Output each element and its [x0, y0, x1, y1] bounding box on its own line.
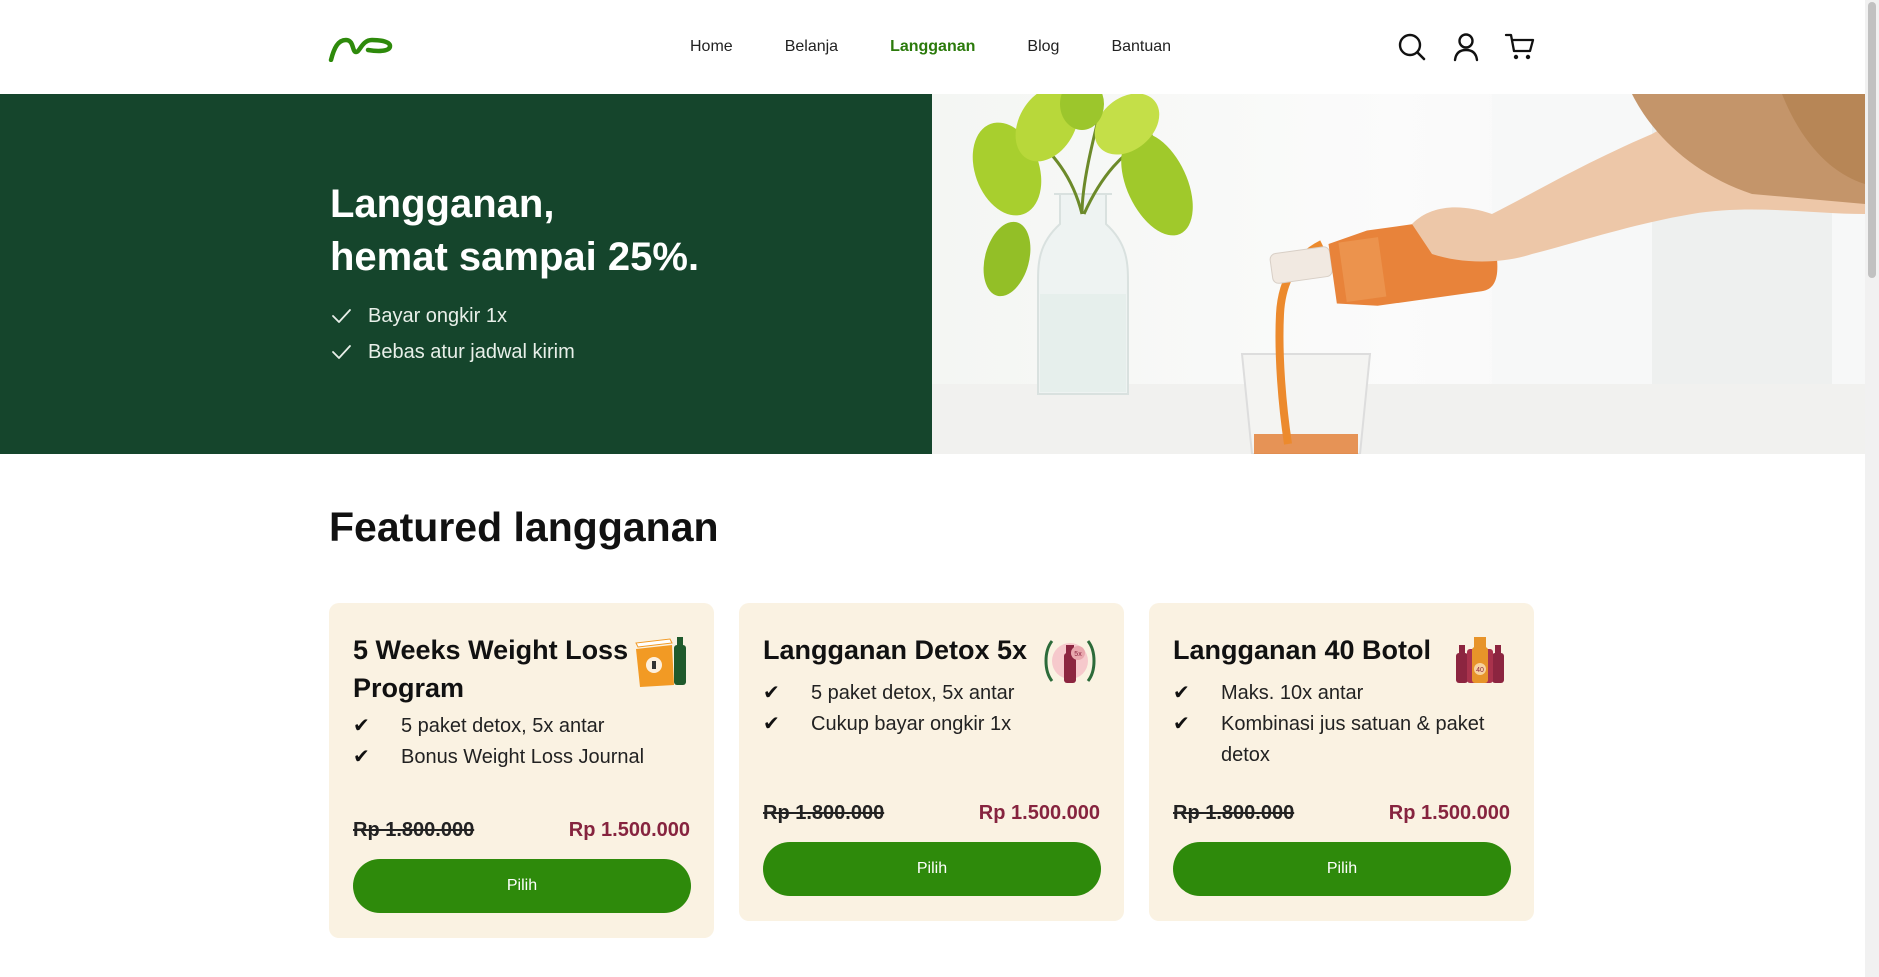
hero-banner: Langganan, hemat sampai 25%. Bayar ongki…	[0, 94, 1865, 454]
main-nav: Home Belanja Langganan Blog Bantuan	[690, 38, 1223, 56]
card-title: Langganan 40 Botol	[1173, 635, 1432, 665]
pilih-button[interactable]: Pilih	[353, 859, 691, 913]
hero-title-line1: Langganan,	[330, 182, 555, 226]
hero-image	[932, 94, 1865, 454]
feature-text: Maks. 10x antar	[1221, 682, 1364, 704]
user-icon[interactable]	[1450, 31, 1482, 63]
brand-logo[interactable]	[328, 34, 394, 62]
hero-benefit-item: Bebas atur jadwal kirim	[330, 334, 575, 370]
hero-title-line2: hemat sampai 25%.	[330, 235, 700, 279]
check-icon	[332, 345, 351, 359]
page-scrollbar[interactable]	[1865, 0, 1879, 977]
hero-text-panel: Langganan, hemat sampai 25%. Bayar ongki…	[0, 94, 932, 454]
nav-belanja[interactable]: Belanja	[785, 38, 838, 56]
card-features: ✔ 5 paket detox, 5x antar ✔ Cukup bayar on…	[763, 678, 1014, 740]
card-title: 5 Weeks Weight Loss Program	[353, 635, 629, 703]
juice-pouring-illustration	[932, 94, 1865, 454]
feature-text: 5 paket detox, 5x antar	[401, 715, 605, 737]
nav-bantuan[interactable]: Bantuan	[1111, 38, 1171, 56]
feature-text: 5 paket detox, 5x antar	[811, 682, 1015, 704]
subscription-card: Langganan Detox 5x 5x ✔ 5 paket detox, 5x…	[739, 603, 1124, 921]
pilih-button[interactable]: Pilih	[1173, 842, 1511, 896]
feature-text: Cukup bayar ongkir 1x	[811, 713, 1012, 735]
feature-item: ✔ 5 paket detox, 5x antar	[763, 678, 1014, 709]
search-icon[interactable]	[1396, 31, 1428, 63]
feature-item: ✔ Kombinasi jus satuan & paket detox	[1173, 709, 1503, 771]
5-weeks-package-icon	[635, 637, 686, 687]
hero-benefit-text: Bebas atur jadwal kirim	[368, 340, 575, 363]
section-title: Featured langganan	[329, 504, 719, 550]
site-header: Home Belanja Langganan Blog Bantuan	[0, 0, 1865, 94]
card-features: ✔ 5 paket detox, 5x antar ✔ Bonus Weight L…	[353, 711, 644, 773]
original-price: Rp 1.800.000	[353, 819, 475, 841]
cart-icon[interactable]	[1504, 31, 1536, 63]
check-icon: ✔	[1173, 682, 1190, 704]
svg-text:5x: 5x	[1074, 651, 1082, 658]
hero-benefits: Bayar ongkir 1x Bebas atur jadwal kirim	[330, 298, 575, 370]
nav-blog[interactable]: Blog	[1027, 38, 1059, 56]
hero-title: Langganan, hemat sampai 25%.	[330, 178, 890, 284]
subscription-card: Langganan 40 Botol 40 ✔ Maks. 10x antar ✔…	[1149, 603, 1534, 921]
original-price: Rp 1.800.000	[763, 802, 885, 824]
scrollbar-thumb[interactable]	[1868, 2, 1876, 278]
detox-5x-bottle-icon: 5x	[1044, 640, 1096, 683]
discount-price: Rp 1.500.000	[1388, 802, 1510, 824]
card-features: ✔ Maks. 10x antar ✔ Kombinasi jus satuan &…	[1173, 678, 1503, 771]
feature-text: Bonus Weight Loss Journal	[401, 746, 645, 768]
check-icon: ✔	[353, 715, 370, 737]
feature-item: ✔ Bonus Weight Loss Journal	[353, 742, 644, 773]
check-icon: ✔	[763, 682, 780, 704]
pilih-button[interactable]: Pilih	[763, 842, 1101, 896]
check-icon: ✔	[1173, 713, 1190, 735]
feature-item: ✔ Cukup bayar ongkir 1x	[763, 709, 1014, 740]
check-icon	[332, 309, 351, 323]
discount-price: Rp 1.500.000	[568, 819, 690, 841]
card-title: Langganan Detox 5x	[763, 635, 1028, 665]
nav-langganan[interactable]: Langganan	[890, 38, 975, 56]
original-price: Rp 1.800.000	[1173, 802, 1295, 824]
hero-benefit-item: Bayar ongkir 1x	[330, 298, 575, 334]
check-icon: ✔	[353, 746, 370, 768]
feature-item: ✔ Maks. 10x antar	[1173, 678, 1503, 709]
nav-home[interactable]: Home	[690, 38, 733, 56]
header-actions	[1396, 31, 1536, 63]
check-icon: ✔	[763, 713, 780, 735]
discount-price: Rp 1.500.000	[978, 802, 1100, 824]
hero-benefit-text: Bayar ongkir 1x	[368, 304, 507, 327]
subscription-card: 5 Weeks Weight Loss Program ✔ 5 paket det…	[329, 603, 714, 938]
feature-item: ✔ 5 paket detox, 5x antar	[353, 711, 644, 742]
svg-text:40: 40	[1476, 667, 1484, 674]
feature-text: Kombinasi jus satuan & paket detox	[1221, 713, 1485, 766]
